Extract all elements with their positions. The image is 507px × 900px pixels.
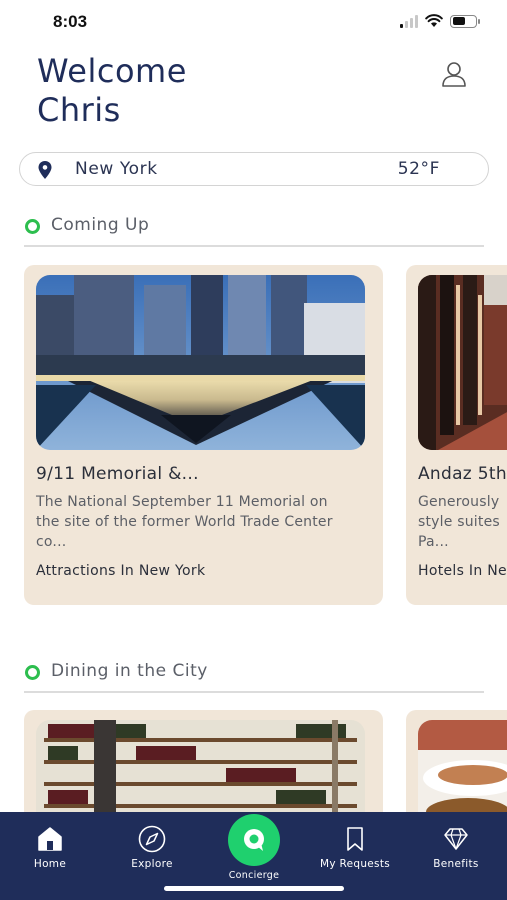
wifi-icon	[425, 14, 443, 27]
tab-label: My Requests	[319, 858, 391, 870]
card-description: Generously style suites Pa...	[418, 494, 500, 550]
compass-icon	[138, 825, 166, 853]
status-bar: 8:03	[0, 0, 507, 46]
user-name: Chris	[37, 91, 121, 129]
page-title: Welcome Chris	[37, 52, 187, 130]
tab-explore[interactable]: Explore	[107, 824, 197, 870]
location-pin-icon	[38, 161, 52, 179]
divider	[24, 691, 484, 693]
tab-my-requests[interactable]: My Requests	[310, 824, 400, 870]
card-category: Hotels In Ne	[418, 563, 507, 579]
tab-label: Explore	[131, 858, 173, 870]
location-city: New York	[75, 159, 158, 179]
card-category: Attractions In New York	[36, 563, 206, 579]
card-9-11-memorial[interactable]: 9/11 Memorial &... The National Septembe…	[24, 265, 383, 605]
section-dot-icon	[25, 665, 40, 680]
tab-label: Benefits	[433, 858, 479, 870]
concierge-chat-icon	[244, 829, 264, 851]
section-header-dining: Dining in the City	[24, 658, 484, 693]
tab-concierge[interactable]: Concierge	[209, 814, 299, 881]
card-description: The National September 11 Memorial on th…	[36, 494, 333, 550]
diamond-icon	[444, 828, 468, 850]
section-header-coming-up: Coming Up	[24, 212, 484, 247]
card-title: 9/11 Memorial &...	[36, 464, 199, 484]
bookmark-icon	[347, 827, 363, 851]
tab-label: Home	[33, 858, 67, 870]
profile-icon[interactable]	[440, 60, 468, 88]
home-indicator	[164, 886, 344, 891]
cellular-signal-icon	[400, 14, 418, 28]
battery-icon	[450, 14, 480, 28]
card-image	[418, 275, 507, 450]
location-weather-bar[interactable]: New York 52°F	[19, 152, 489, 186]
tab-benefits[interactable]: Benefits	[411, 824, 501, 870]
section-dot-icon	[25, 219, 40, 234]
home-icon	[38, 827, 62, 851]
tab-label: Concierge	[228, 870, 280, 881]
section-title: Dining in the City	[51, 661, 208, 681]
greeting-text: Welcome	[37, 52, 187, 90]
status-time: 8:03	[53, 12, 88, 31]
tab-home[interactable]: Home	[5, 824, 95, 870]
card-image	[36, 275, 365, 450]
status-icons	[400, 14, 480, 28]
card-title: Andaz 5th	[418, 464, 507, 484]
section-title: Coming Up	[51, 215, 150, 235]
divider	[24, 245, 484, 247]
temperature: 52°F	[397, 159, 440, 179]
concierge-button[interactable]	[228, 814, 280, 866]
card-andaz-5th[interactable]: Andaz 5th Generously style suites Pa... …	[406, 265, 507, 605]
